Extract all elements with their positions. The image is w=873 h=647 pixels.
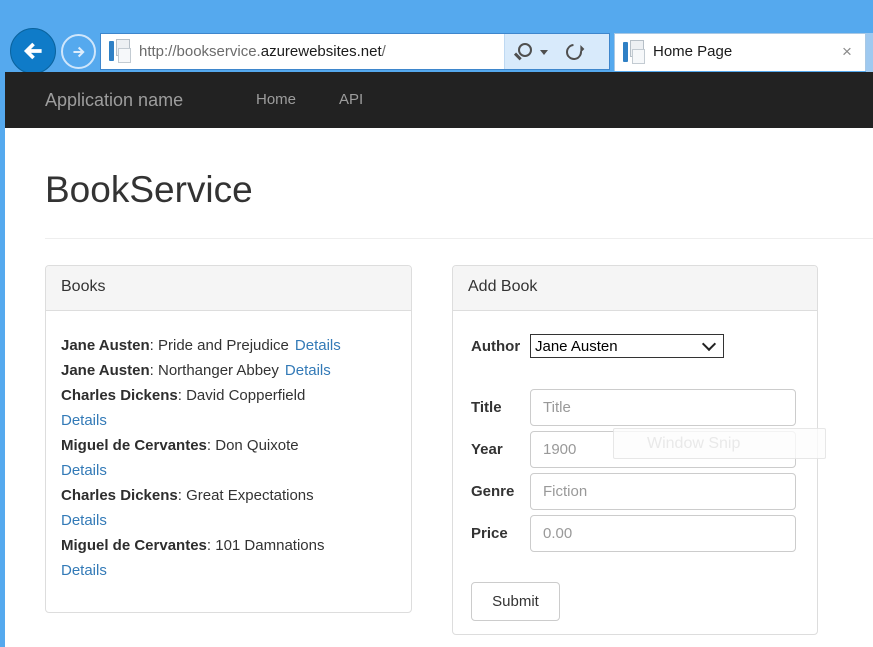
search-icon [518,43,532,57]
chevron-down-icon [540,50,548,55]
refresh-button[interactable] [563,41,587,63]
book-author: Miguel de Cervantes [61,437,207,454]
details-link[interactable]: Details [61,458,396,483]
navbar: Application name Home API [5,72,873,128]
url-path: / [382,43,386,60]
price-label: Price [471,525,523,542]
book-author: Miguel de Cervantes [61,537,207,554]
tab-close-button[interactable]: × [837,34,857,70]
back-arrow-icon [19,37,47,65]
address-bar[interactable]: http://bookservice.azurewebsites.net/ [100,33,610,70]
details-link[interactable]: Details [61,408,396,433]
submit-button[interactable]: Submit [471,582,560,621]
book-author: Jane Austen [61,337,150,354]
address-bar-tools [504,34,609,69]
author-select[interactable]: Jane Austen [530,334,724,358]
book-author: Charles Dickens [61,387,178,404]
tab-strip-spacer [866,33,873,72]
title-label: Title [471,399,523,416]
book-title: 101 Damnations [215,537,324,554]
books-panel: Books Jane Austen: Pride and PrejudiceDe… [45,265,412,613]
book-title: David Copperfield [186,387,305,404]
genre-label: Genre [471,483,523,500]
navbar-brand-link[interactable]: Application name [45,72,183,128]
search-dropdown-caret[interactable] [538,43,552,61]
browser-tab[interactable]: Home Page × [614,33,866,71]
book-row: Charles Dickens: David CopperfieldDetail… [61,383,396,433]
book-title: Great Expectations [186,487,314,504]
tab-page-icon [623,40,647,64]
book-row: Charles Dickens: Great ExpectationsDetai… [61,483,396,533]
genre-input[interactable] [530,473,796,510]
year-input[interactable] [530,431,796,468]
page-icon [109,39,133,63]
search-button[interactable] [511,42,533,62]
details-link[interactable]: Details [61,558,396,583]
author-label: Author [471,338,523,355]
title-input[interactable] [530,389,796,426]
back-button[interactable] [10,28,56,74]
add-book-panel: Add Book Author Jane Austen Title [452,265,818,635]
page-title: BookService [45,168,873,212]
book-row: Miguel de Cervantes: 101 DamnationsDetai… [61,533,396,583]
add-book-panel-title: Add Book [453,266,817,311]
forward-button[interactable] [61,34,96,69]
books-panel-title: Books [46,266,411,311]
book-row: Jane Austen: Northanger AbbeyDetails [61,358,396,383]
book-row: Miguel de Cervantes: Don QuixoteDetails [61,433,396,483]
book-author: Charles Dickens [61,487,178,504]
book-title: Don Quixote [215,437,298,454]
details-link[interactable]: Details [285,362,331,379]
page-content: BookService Books Jane Austen: Pride and… [5,128,873,647]
forward-arrow-icon [70,43,88,61]
details-link[interactable]: Details [61,508,396,533]
book-title: Pride and Prejudice [158,337,289,354]
url-domain: azurewebsites.net [261,43,382,60]
url-input[interactable]: http://bookservice.azurewebsites.net/ [139,34,386,69]
book-row: Jane Austen: Pride and PrejudiceDetails [61,333,396,358]
book-author: Jane Austen [61,362,150,379]
nav-link-api[interactable]: API [339,72,363,128]
refresh-icon [563,41,586,64]
book-title: Northanger Abbey [158,362,279,379]
price-input[interactable] [530,515,796,552]
divider [45,238,873,239]
nav-link-home[interactable]: Home [256,72,296,128]
tab-title: Home Page [653,34,732,70]
year-label: Year [471,441,523,458]
url-scheme-host: http://bookservice. [139,43,261,60]
details-link[interactable]: Details [295,337,341,354]
